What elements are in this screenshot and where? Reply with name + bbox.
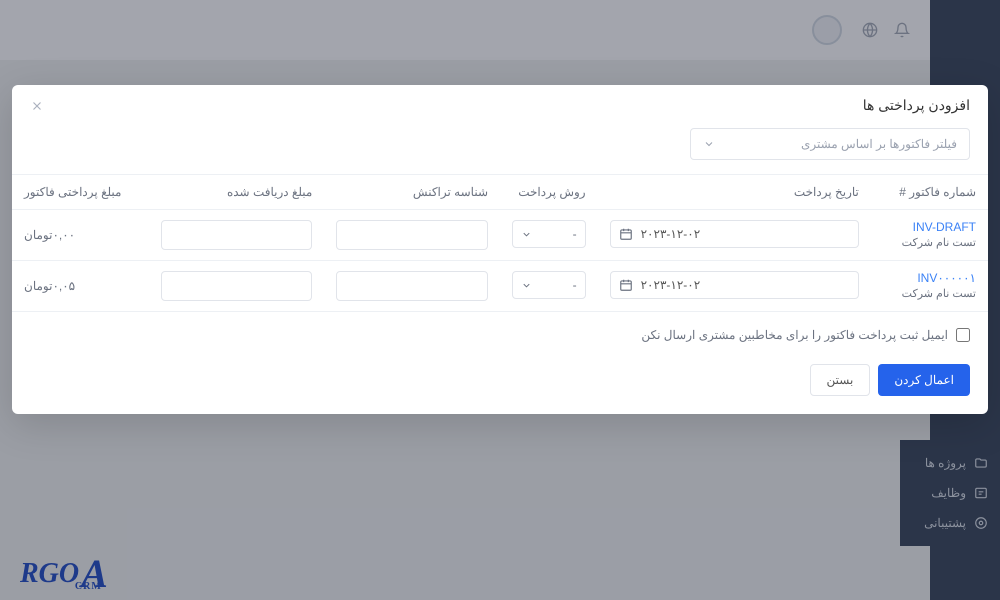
invoice-amount: ۰,۰۰تومان bbox=[24, 220, 137, 242]
method-value: - bbox=[573, 227, 577, 241]
amount-received-input[interactable] bbox=[161, 271, 313, 301]
chevron-down-icon bbox=[521, 229, 532, 240]
transaction-id-input[interactable] bbox=[336, 271, 488, 301]
dont-send-email-checkbox[interactable] bbox=[956, 328, 970, 342]
modal-title: افزودن پرداختی ها bbox=[863, 97, 970, 114]
chevron-down-icon bbox=[703, 138, 715, 150]
invoice-link[interactable]: INV۰۰۰۰۰۱ bbox=[917, 271, 976, 285]
payments-table: شماره فاکتور # تاریخ پرداخت روش پرداخت ش… bbox=[12, 174, 988, 312]
th-payment-date: تاریخ پرداخت bbox=[598, 175, 871, 210]
th-invoice-no: شماره فاکتور # bbox=[871, 175, 988, 210]
filter-placeholder: فیلتر فاکتورها بر اساس مشتری bbox=[801, 137, 957, 151]
date-field[interactable] bbox=[641, 227, 850, 241]
close-icon[interactable] bbox=[30, 99, 44, 113]
payment-date-input[interactable] bbox=[610, 220, 859, 248]
company-name: تست نام شرکت bbox=[883, 287, 976, 300]
email-checkbox-row: ایمیل ثبت پرداخت فاکتور را برای مخاطبین … bbox=[12, 312, 988, 350]
apply-button[interactable]: اعمال کردن bbox=[878, 364, 970, 396]
th-transaction-id: شناسه تراکنش bbox=[324, 175, 500, 210]
th-payment-method: روش پرداخت bbox=[500, 175, 598, 210]
calendar-icon[interactable] bbox=[619, 278, 633, 292]
invoice-amount: ۰,۰۵تومان bbox=[24, 271, 137, 293]
customer-filter-select[interactable]: فیلتر فاکتورها بر اساس مشتری bbox=[690, 128, 970, 160]
th-invoice-amount: مبلغ پرداختی فاکتور bbox=[12, 175, 149, 210]
logo-subtitle: CRM bbox=[75, 581, 102, 592]
argo-crm-logo: A RGO CRM bbox=[20, 558, 108, 590]
invoice-link[interactable]: INV-DRAFT bbox=[913, 220, 976, 234]
date-field[interactable] bbox=[641, 278, 850, 292]
table-row: INV-DRAFT تست نام شرکت - bbox=[12, 210, 988, 261]
modal-header: افزودن پرداختی ها bbox=[12, 85, 988, 122]
modal-footer: اعمال کردن بستن bbox=[12, 350, 988, 414]
checkbox-label: ایمیل ثبت پرداخت فاکتور را برای مخاطبین … bbox=[641, 328, 948, 342]
table-row: INV۰۰۰۰۰۱ تست نام شرکت - bbox=[12, 261, 988, 312]
payment-date-input[interactable] bbox=[610, 271, 859, 299]
calendar-icon[interactable] bbox=[619, 227, 633, 241]
th-amount-received: مبلغ دریافت شده bbox=[149, 175, 325, 210]
logo-rest: RGO bbox=[20, 558, 79, 590]
payment-method-select[interactable]: - bbox=[512, 220, 586, 248]
add-payments-modal: افزودن پرداختی ها فیلتر فاکتورها بر اساس… bbox=[12, 85, 988, 414]
close-button[interactable]: بستن bbox=[810, 364, 871, 396]
filter-row: فیلتر فاکتورها بر اساس مشتری bbox=[12, 122, 988, 174]
amount-received-input[interactable] bbox=[161, 220, 313, 250]
payment-method-select[interactable]: - bbox=[512, 271, 586, 299]
method-value: - bbox=[573, 278, 577, 292]
transaction-id-input[interactable] bbox=[336, 220, 488, 250]
company-name: تست نام شرکت bbox=[883, 236, 976, 249]
chevron-down-icon bbox=[521, 280, 532, 291]
